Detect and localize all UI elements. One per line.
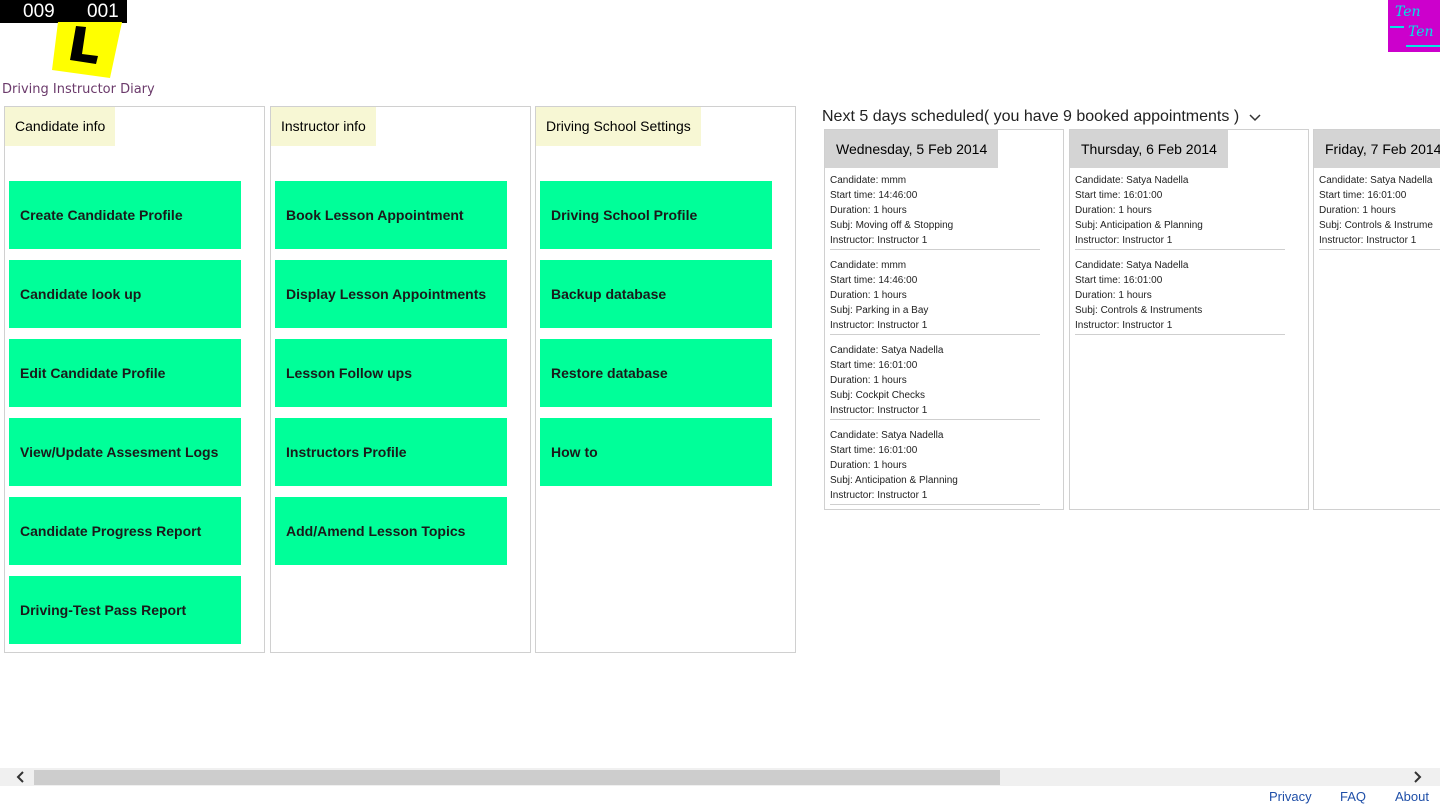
appt-candidate: Candidate: Satya Nadella	[1075, 175, 1189, 186]
book-lesson-appointment-button[interactable]: Book Lesson Appointment	[275, 181, 507, 249]
appt-candidate: Candidate: Satya Nadella	[830, 345, 944, 356]
appt-start: Start time: 16:01:00	[1075, 275, 1163, 286]
appt-candidate: Candidate: mmm	[830, 260, 907, 271]
appointment-item[interactable]: Candidate: mmm Start time: 14:46:00 Dura…	[830, 173, 1040, 250]
appointment-item[interactable]: Candidate: Satya Nadella Start time: 16:…	[1075, 173, 1285, 250]
appt-instructor: Instructor: Instructor 1	[830, 320, 928, 331]
view-update-assessment-logs-button[interactable]: View/Update Assesment Logs	[9, 418, 241, 486]
about-link[interactable]: About	[1395, 789, 1429, 804]
appt-subject: Subj: Anticipation & Planning	[830, 475, 958, 486]
panel-title: Candidate info	[5, 107, 116, 146]
driving-school-profile-button[interactable]: Driving School Profile	[540, 181, 772, 249]
faq-link[interactable]: FAQ	[1340, 789, 1366, 804]
appt-duration: Duration: 1 hours	[830, 205, 907, 216]
day-date: Thursday, 6 Feb 2014	[1070, 130, 1228, 168]
horizontal-scrollbar[interactable]	[0, 768, 1440, 786]
appt-instructor: Instructor: Instructor 1	[1075, 320, 1173, 331]
app-window: 009 001 Driving Instructor Diary Ten Ten…	[0, 0, 1440, 810]
brand-logo: Ten Ten	[1388, 0, 1440, 52]
backup-database-button[interactable]: Backup database	[540, 260, 772, 328]
appt-start: Start time: 14:46:00	[830, 275, 918, 286]
candidate-look-up-button[interactable]: Candidate look up	[9, 260, 241, 328]
appt-start: Start time: 14:46:00	[830, 190, 918, 201]
appt-subject: Subj: Moving off & Stopping	[830, 220, 954, 231]
appointment-item[interactable]: Candidate: mmm Start time: 14:46:00 Dura…	[830, 258, 1040, 335]
appt-duration: Duration: 1 hours	[1319, 205, 1396, 216]
restore-database-button[interactable]: Restore database	[540, 339, 772, 407]
chevron-down-icon[interactable]	[1248, 112, 1262, 124]
appt-duration: Duration: 1 hours	[1075, 290, 1152, 301]
appt-candidate: Candidate: Satya Nadella	[830, 430, 944, 441]
lesson-follow-ups-button[interactable]: Lesson Follow ups	[275, 339, 507, 407]
driving-test-pass-report-button[interactable]: Driving-Test Pass Report	[9, 576, 241, 644]
schedule-title: Next 5 days scheduled( you have 9 booked…	[822, 108, 1240, 125]
brand-text-2: Ten	[1408, 24, 1434, 40]
appt-instructor: Instructor: Instructor 1	[830, 405, 928, 416]
appointment-item[interactable]: Candidate: Satya Nadella Start time: 16:…	[1075, 258, 1285, 335]
appt-candidate: Candidate: mmm	[830, 175, 907, 186]
appt-subject: Subj: Anticipation & Planning	[1075, 220, 1203, 231]
appt-candidate: Candidate: Satya Nadella	[1075, 260, 1189, 271]
candidate-info-panel: Candidate info Create Candidate Profile …	[4, 106, 265, 653]
day-card: Friday, 7 Feb 2014 Candidate: Satya Nade…	[1313, 129, 1440, 510]
day-date: Friday, 7 Feb 2014	[1314, 130, 1440, 168]
appointment-item[interactable]: Candidate: Satya Nadella Start time: 16:…	[1319, 173, 1440, 250]
brand-text-1: Ten	[1395, 4, 1421, 20]
appt-start: Start time: 16:01:00	[830, 445, 918, 456]
edit-candidate-profile-button[interactable]: Edit Candidate Profile	[9, 339, 241, 407]
appt-duration: Duration: 1 hours	[830, 460, 907, 471]
app-title: Driving Instructor Diary	[2, 82, 155, 97]
appt-candidate: Candidate: Satya Nadella	[1319, 175, 1433, 186]
appt-subject: Subj: Parking in a Bay	[830, 305, 929, 316]
candidate-progress-report-button[interactable]: Candidate Progress Report	[9, 497, 241, 565]
scroll-left-icon[interactable]	[14, 770, 28, 784]
scrollbar-thumb[interactable]	[34, 770, 1000, 785]
l-plate-logo-icon	[52, 22, 122, 78]
appt-instructor: Instructor: Instructor 1	[830, 235, 928, 246]
how-to-button[interactable]: How to	[540, 418, 772, 486]
instructors-profile-button[interactable]: Instructors Profile	[275, 418, 507, 486]
appt-start: Start time: 16:01:00	[1075, 190, 1163, 201]
appt-duration: Duration: 1 hours	[830, 290, 907, 301]
scroll-right-icon[interactable]	[1410, 770, 1424, 784]
appt-subject: Subj: Cockpit Checks	[830, 390, 926, 401]
brand-underline-1	[1390, 26, 1404, 28]
instructor-info-panel: Instructor info Book Lesson Appointment …	[270, 106, 531, 653]
appt-start: Start time: 16:01:00	[830, 360, 918, 371]
appt-duration: Duration: 1 hours	[1075, 205, 1152, 216]
appointment-item[interactable]: Candidate: Satya Nadella Start time: 16:…	[830, 428, 1040, 505]
brand-underline-2	[1406, 45, 1440, 47]
driving-school-settings-panel: Driving School Settings Driving School P…	[535, 106, 796, 653]
day-card: Thursday, 6 Feb 2014 Candidate: Satya Na…	[1069, 129, 1309, 510]
appt-subject: Subj: Controls & Instruments	[1075, 305, 1203, 316]
day-date: Wednesday, 5 Feb 2014	[825, 130, 999, 168]
appt-instructor: Instructor: Instructor 1	[1075, 235, 1173, 246]
appt-duration: Duration: 1 hours	[830, 375, 907, 386]
panel-title: Driving School Settings	[536, 107, 701, 146]
appt-instructor: Instructor: Instructor 1	[830, 490, 928, 501]
day-card: Wednesday, 5 Feb 2014 Candidate: mmm Sta…	[824, 129, 1064, 510]
create-candidate-profile-button[interactable]: Create Candidate Profile	[9, 181, 241, 249]
appt-subject: Subj: Controls & Instrume	[1319, 220, 1433, 231]
privacy-link[interactable]: Privacy	[1269, 789, 1312, 804]
appt-start: Start time: 16:01:00	[1319, 190, 1407, 201]
counter-left: 009	[23, 1, 55, 22]
appointment-item[interactable]: Candidate: Satya Nadella Start time: 16:…	[830, 343, 1040, 420]
add-amend-lesson-topics-button[interactable]: Add/Amend Lesson Topics	[275, 497, 507, 565]
panel-title: Instructor info	[271, 107, 376, 146]
appt-instructor: Instructor: Instructor 1	[1319, 235, 1417, 246]
display-lesson-appointments-button[interactable]: Display Lesson Appointments	[275, 260, 507, 328]
